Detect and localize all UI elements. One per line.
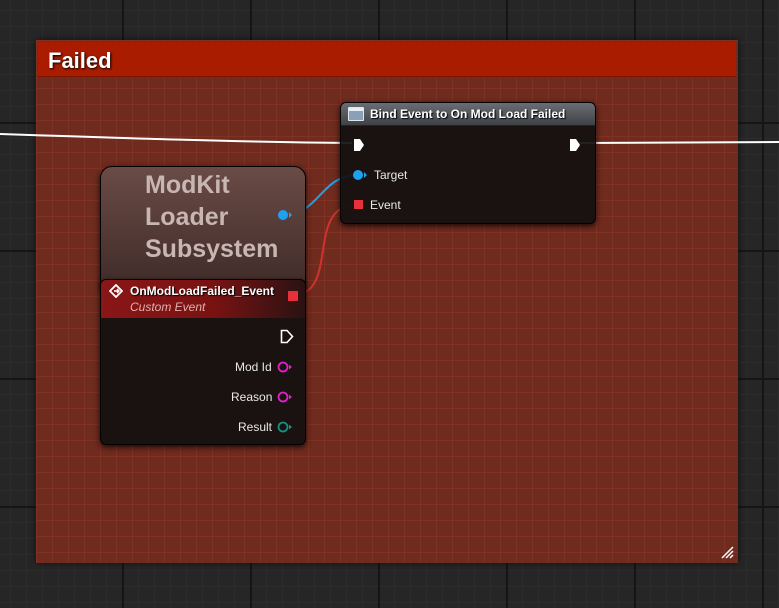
result-pin-label: Result (238, 420, 273, 434)
bind-event-header[interactable]: Bind Event to On Mod Load Failed (341, 103, 595, 126)
custom-event-subtitle: Custom Event (130, 300, 206, 314)
mod-id-pin-icon[interactable] (277, 361, 293, 373)
result-pin-icon[interactable] (277, 421, 293, 433)
function-icon (348, 107, 364, 121)
mod-id-pin-label: Mod Id (235, 360, 272, 374)
exec-wire-out[interactable] (577, 141, 779, 144)
subsystem-output-pin-icon[interactable] (277, 209, 293, 221)
event-pin-icon[interactable] (354, 200, 363, 209)
exec-wire-in[interactable] (0, 133, 353, 144)
reason-pin-label: Reason (231, 390, 273, 404)
bind-event-title: Bind Event to On Mod Load Failed (370, 107, 566, 121)
target-pin-label: Target (374, 168, 408, 182)
event-pin-label: Event (370, 198, 401, 212)
custom-event-node[interactable]: OnModLoadFailed_Event Custom Event Mod I… (100, 279, 306, 445)
modkit-loader-subsystem-node[interactable]: ModKit Loader Subsystem (100, 166, 306, 294)
bind-event-node[interactable]: Bind Event to On Mod Load Failed Target … (340, 102, 596, 224)
custom-event-title: OnModLoadFailed_Event (130, 284, 275, 298)
delegate-pin-icon[interactable] (288, 291, 298, 301)
event-icon (109, 284, 123, 298)
subsystem-label: ModKit Loader Subsystem (145, 171, 279, 263)
target-pin-icon[interactable] (352, 169, 368, 181)
custom-event-header[interactable]: OnModLoadFailed_Event Custom Event (101, 280, 305, 318)
reason-pin-icon[interactable] (277, 391, 293, 403)
exec-out-pin-icon[interactable] (569, 138, 581, 152)
exec-in-pin-icon[interactable] (353, 138, 365, 152)
exec-out-pin-icon[interactable] (280, 329, 294, 344)
